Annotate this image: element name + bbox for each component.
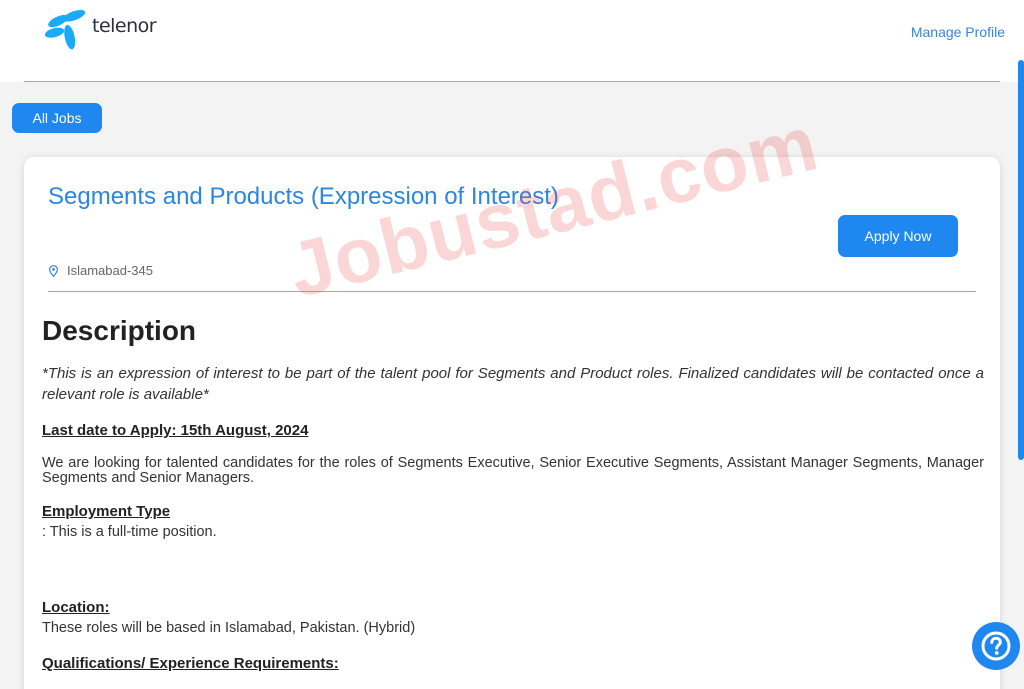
location-text: These roles will be based in Islamabad, … xyxy=(42,620,416,636)
employment-type-text: : This is a full-time position. xyxy=(42,524,217,540)
header-divider xyxy=(24,81,1000,82)
map-pin-icon xyxy=(49,264,58,277)
job-card: Segments and Products (Expression of Int… xyxy=(24,157,1000,689)
job-description: Description *This is an expression of in… xyxy=(42,315,984,672)
brand-name: telenor xyxy=(92,15,157,37)
card-divider xyxy=(48,291,976,292)
qualifications-heading: Qualifications/ Experience Requirements: xyxy=(42,655,339,672)
question-circle-icon xyxy=(981,631,1011,661)
job-location: Islamabad-345 xyxy=(48,263,153,278)
all-jobs-button[interactable]: All Jobs xyxy=(12,103,102,133)
scrollbar[interactable] xyxy=(1018,60,1024,460)
top-bar: telenor Manage Profile xyxy=(0,0,1024,82)
telenor-logo-icon xyxy=(44,9,86,50)
intro-text: *This is an expression of interest to be… xyxy=(42,365,984,403)
telenor-logo[interactable]: telenor xyxy=(40,4,160,56)
job-title: Segments and Products (Expression of Int… xyxy=(48,183,559,210)
last-date-heading: Last date to Apply: 15th August, 2024 xyxy=(42,422,309,439)
job-location-text: Islamabad-345 xyxy=(67,263,153,278)
employment-type-heading: Employment Type xyxy=(42,503,171,520)
roles-paragraph: We are looking for talented candidates f… xyxy=(42,455,984,486)
manage-profile-link[interactable]: Manage Profile xyxy=(911,24,1005,40)
help-button[interactable] xyxy=(972,622,1020,670)
apply-now-button[interactable]: Apply Now xyxy=(838,215,958,257)
location-heading: Location: xyxy=(42,599,110,616)
description-heading: Description xyxy=(42,315,197,346)
